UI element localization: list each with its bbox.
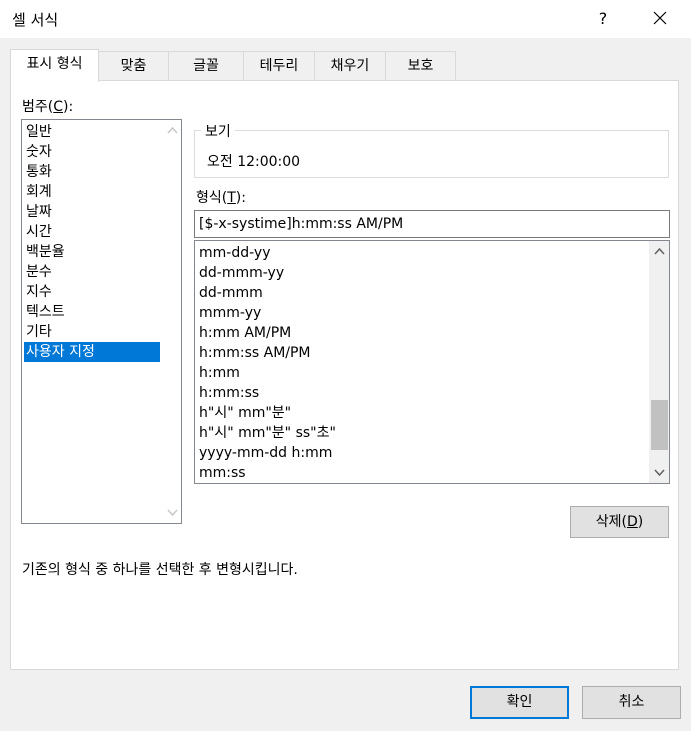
list-item[interactable]: 회계 [24, 182, 160, 202]
list-item[interactable]: mm-dd-yy [199, 243, 270, 263]
category-label: 범주(C): [22, 99, 74, 115]
tab-protection[interactable]: 보호 [385, 51, 456, 80]
list-item[interactable]: h"시" mm"분" ss"초" [199, 423, 336, 443]
scroll-up-icon[interactable] [164, 122, 181, 139]
title-bar: 셀 서식 ? [0, 0, 691, 38]
list-item[interactable]: 시간 [24, 222, 160, 242]
list-item[interactable]: 텍스트 [24, 302, 160, 322]
list-item[interactable]: dd-mmm [199, 283, 263, 303]
format-scrollbar[interactable] [649, 241, 669, 483]
cancel-button[interactable]: 취소 [582, 686, 681, 719]
list-item[interactable]: 기타 [24, 322, 160, 342]
help-button[interactable]: ? [588, 4, 618, 34]
list-item[interactable]: 날짜 [24, 202, 160, 222]
scroll-up-icon[interactable] [651, 243, 668, 260]
close-button[interactable] [644, 4, 676, 34]
list-item[interactable]: mmm-yy [199, 303, 261, 323]
list-item[interactable]: mm:ss [199, 463, 246, 483]
scrollbar-thumb[interactable] [651, 400, 668, 450]
category-scrollbar[interactable] [164, 120, 181, 523]
dialog-title: 셀 서식 [12, 11, 59, 29]
list-item[interactable]: h:mm AM/PM [199, 323, 291, 343]
sample-value: 오전 12:00:00 [207, 154, 301, 170]
list-item[interactable]: 분수 [24, 262, 160, 282]
format-label: 형식(T): [196, 190, 246, 206]
list-item[interactable]: 일반 [24, 122, 160, 142]
close-icon [653, 11, 667, 25]
format-list[interactable]: mm-dd-yy dd-mmm-yy dd-mmm mmm-yy h:mm AM… [194, 240, 670, 484]
delete-button[interactable]: 삭제(D) [570, 506, 669, 538]
ok-button[interactable]: 확인 [470, 686, 569, 719]
category-list[interactable]: 일반 숫자 통화 회계 날짜 시간 백분율 분수 지수 텍스트 기타 사용자 지… [21, 119, 182, 524]
scroll-down-icon[interactable] [651, 464, 668, 481]
format-input[interactable]: [$-x-systime]h:mm:ss AM/PM [194, 210, 670, 238]
list-item[interactable]: yyyy-mm-dd h:mm [199, 443, 332, 463]
tab-font[interactable]: 글꼴 [168, 51, 244, 80]
list-item[interactable]: h:mm [199, 363, 240, 383]
list-item[interactable]: dd-mmm-yy [199, 263, 284, 283]
list-item[interactable]: 숫자 [24, 142, 160, 162]
list-item[interactable]: h:mm:ss [199, 383, 259, 403]
scroll-down-icon[interactable] [164, 504, 181, 521]
list-item[interactable]: h"시" mm"분" [199, 403, 291, 423]
tab-number[interactable]: 표시 형식 [10, 49, 99, 82]
list-item[interactable]: 백분율 [24, 242, 160, 262]
tab-border[interactable]: 테두리 [243, 51, 315, 80]
list-item[interactable]: 지수 [24, 282, 160, 302]
list-item[interactable]: h:mm:ss AM/PM [199, 343, 311, 363]
tab-fill[interactable]: 채우기 [314, 51, 386, 80]
list-item[interactable]: 통화 [24, 162, 160, 182]
hint-text: 기존의 형식 중 하나를 선택한 후 변형시킵니다. [22, 562, 298, 578]
sample-legend: 보기 [201, 121, 235, 141]
tab-alignment[interactable]: 맞춤 [98, 51, 169, 80]
list-item-selected[interactable]: 사용자 지정 [24, 342, 160, 362]
